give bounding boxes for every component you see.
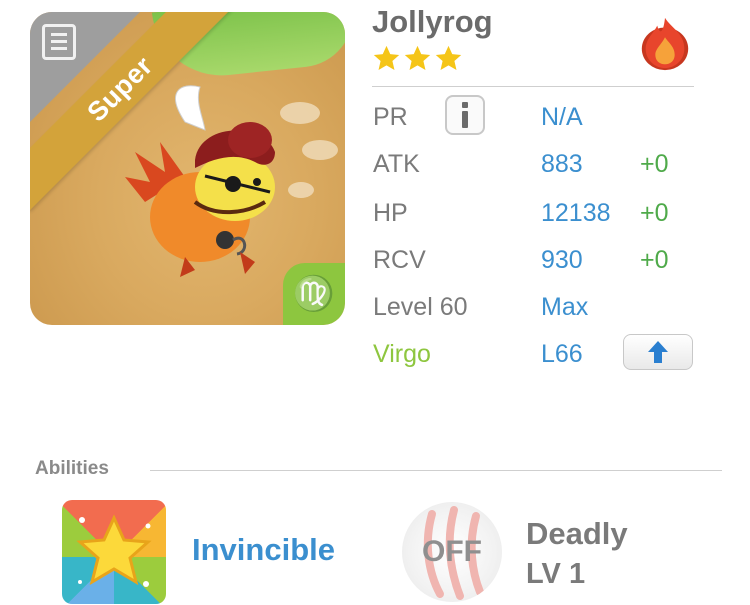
star-icon bbox=[373, 45, 400, 70]
stat-label-level: Level 60 bbox=[373, 293, 468, 321]
ability-name-invincible[interactable]: Invincible bbox=[192, 532, 335, 568]
stat-bonus-hp: +0 bbox=[640, 199, 669, 227]
monster-name: Jollyrog bbox=[372, 4, 493, 39]
deadly-ability-icon[interactable]: OFF bbox=[402, 502, 502, 602]
info-icon bbox=[462, 102, 468, 128]
divider bbox=[372, 86, 694, 87]
stat-label-atk: ATK bbox=[373, 150, 420, 178]
arrow-up-icon bbox=[648, 341, 668, 363]
stat-value-zodiac: L66 bbox=[541, 340, 583, 368]
info-button[interactable] bbox=[445, 95, 485, 135]
ability-off-label: OFF bbox=[422, 535, 482, 568]
ability-level-deadly: LV 1 bbox=[526, 558, 586, 590]
zodiac-upgrade-button[interactable] bbox=[623, 334, 693, 370]
monster-creature-art bbox=[125, 85, 275, 277]
stat-bonus-atk: +0 bbox=[640, 150, 669, 178]
star-rating bbox=[372, 44, 463, 73]
stat-value-pr: N/A bbox=[541, 103, 583, 131]
fire-icon bbox=[641, 17, 689, 71]
star-burst-icon bbox=[76, 514, 152, 587]
rock-decoration bbox=[302, 140, 338, 160]
divider bbox=[150, 470, 722, 471]
stat-value-atk: 883 bbox=[541, 150, 583, 178]
stat-value-level: Max bbox=[541, 293, 589, 321]
stat-label-rcv: RCV bbox=[373, 246, 426, 274]
stat-label-zodiac: Virgo bbox=[373, 340, 431, 368]
stat-label-pr: PR bbox=[373, 103, 408, 131]
monster-portrait[interactable]: Super ♍ bbox=[30, 12, 345, 325]
zodiac-symbol: ♍ bbox=[292, 274, 336, 314]
ability-name-deadly[interactable]: Deadly bbox=[526, 516, 628, 552]
stat-label-hp: HP bbox=[373, 199, 408, 227]
stat-value-hp: 12138 bbox=[541, 199, 611, 227]
stat-value-rcv: 930 bbox=[541, 246, 583, 274]
stat-bonus-rcv: +0 bbox=[640, 246, 669, 274]
notepad-icon[interactable] bbox=[42, 24, 76, 60]
virgo-zodiac-icon: ♍ bbox=[283, 263, 345, 325]
invincible-ability-icon[interactable] bbox=[62, 500, 166, 604]
star-icon bbox=[435, 45, 462, 70]
abilities-section-title: Abilities bbox=[35, 458, 109, 479]
star-icon bbox=[404, 45, 431, 70]
